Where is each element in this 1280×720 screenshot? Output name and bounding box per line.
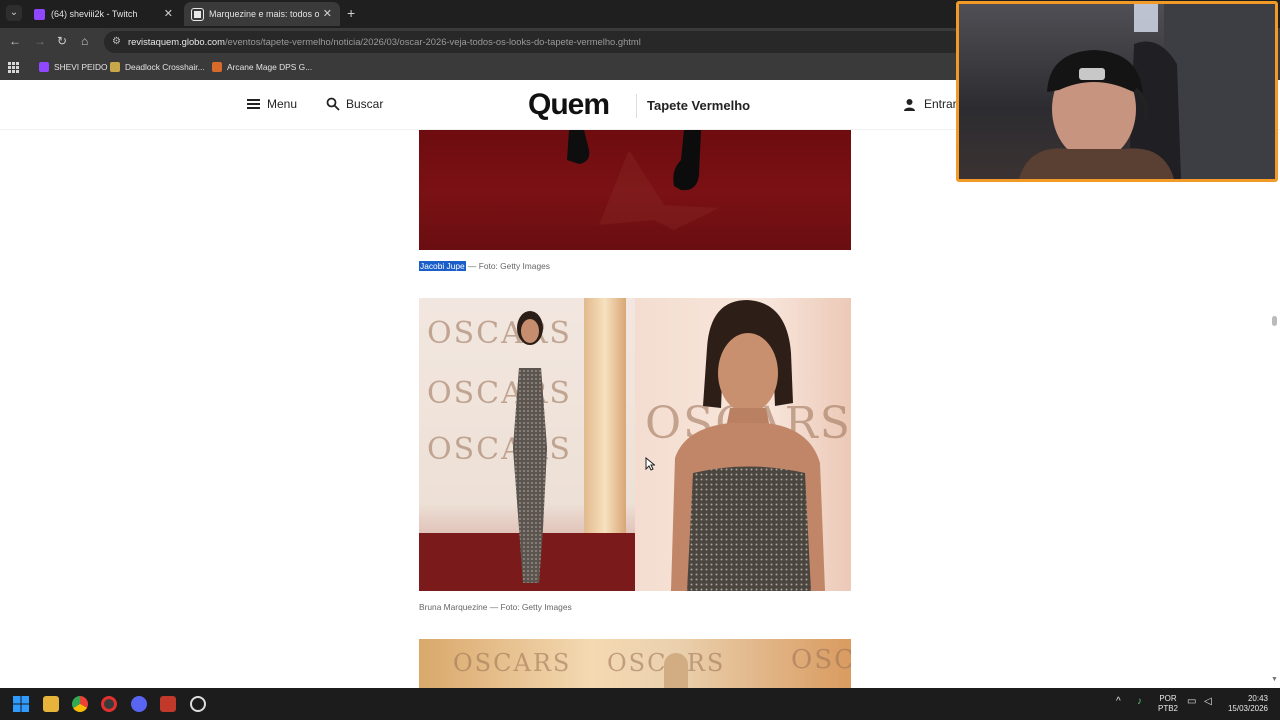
back-icon[interactable]: ← — [9, 34, 21, 48]
mouse-cursor-icon — [645, 457, 655, 471]
obs-icon[interactable] — [190, 696, 206, 712]
caption-name-selected: Jacobi Jupe — [419, 261, 466, 271]
menu-label: Menu — [267, 97, 298, 111]
streaming-app-icon[interactable] — [160, 696, 176, 712]
section-title[interactable]: Tapete Vermelho — [647, 98, 750, 113]
close-tab-icon[interactable]: ✕ — [164, 7, 173, 20]
photo-caption: Bruna Marquezine — Foto: Getty Images — [419, 602, 572, 612]
scroll-down-arrow[interactable]: ▼ — [1271, 676, 1278, 683]
file-explorer-icon[interactable] — [43, 696, 59, 712]
menu-button[interactable]: Menu — [247, 97, 297, 111]
logo-divider — [636, 94, 637, 118]
site-info-icon[interactable]: ⚙ — [112, 31, 121, 53]
opera-icon[interactable] — [101, 696, 117, 712]
search-icon — [326, 97, 340, 111]
url-path: /eventos/tapete-vermelho/noticia/2026/03… — [224, 36, 641, 47]
search-label: Buscar — [346, 97, 384, 111]
arcane-mage-icon — [212, 62, 222, 72]
twitch-icon — [39, 62, 49, 72]
bookmark-arcane-mage[interactable]: Arcane Mage DPS G... — [212, 62, 312, 72]
tab-title: Marquezine e mais: todos os lo — [209, 9, 319, 19]
close-tab-icon[interactable]: ✕ — [323, 7, 332, 20]
windows-start-icon[interactable] — [13, 696, 29, 712]
globo-icon — [191, 7, 204, 21]
deadlock-icon — [110, 62, 120, 72]
volume-icon[interactable]: ◁ — [1204, 697, 1212, 707]
network-icon[interactable]: ▭ — [1187, 697, 1196, 707]
forward-icon[interactable]: → — [34, 34, 46, 48]
discord-icon[interactable] — [131, 696, 147, 712]
keyboard-layout-label: PTB2 — [1158, 704, 1179, 713]
tab-twitch[interactable]: (64) sheviii2k - Twitch ✕ — [26, 2, 181, 26]
page-scrollbar-thumb[interactable] — [1272, 316, 1277, 326]
article-photo-jacobi-jupe[interactable] — [419, 130, 851, 250]
tray-overflow-icon[interactable]: ^ — [1116, 697, 1121, 707]
article-photo-bruna-marquezine[interactable]: OSCARS OSCARS OSCARS OSCARS — [419, 298, 851, 591]
tab-quem-article[interactable]: Marquezine e mais: todos os lo ✕ — [184, 2, 340, 26]
caption-credit: — Foto: Getty Images — [468, 261, 550, 271]
tab-search-dropdown[interactable]: ⌄ — [6, 5, 22, 21]
bookmark-shevi-peido[interactable]: SHEVI PEIDO — [39, 62, 108, 72]
clock[interactable]: 20:43 15/03/2026 — [1224, 694, 1268, 714]
photo-panel-full-body: OSCARS OSCARS OSCARS — [419, 298, 635, 591]
microphone-icon[interactable]: ♪ — [1137, 697, 1142, 707]
login-button[interactable]: Entrar — [903, 97, 957, 111]
chrome-icon[interactable] — [72, 696, 88, 712]
apps-grid-icon[interactable] — [8, 62, 19, 73]
bookmark-label: SHEVI PEIDO — [54, 62, 108, 72]
article-photo-next[interactable]: OSCARS OSCARS OSCARS — [419, 639, 851, 688]
clock-date: 15/03/2026 — [1227, 704, 1268, 713]
url-host: revistaquem.globo.com — [128, 36, 225, 47]
language-label: POR — [1159, 694, 1177, 703]
photo-panel-portrait: OSCARS — [635, 298, 851, 591]
reload-icon[interactable]: ↻ — [57, 34, 67, 48]
language-indicator[interactable]: POR PTB2 — [1158, 694, 1178, 714]
webcam-overlay — [956, 1, 1278, 182]
bookmark-label: Deadlock Crosshair... — [125, 62, 205, 72]
login-label: Entrar — [924, 97, 957, 111]
new-tab-button[interactable]: + — [347, 5, 355, 21]
quem-logo[interactable]: Quem — [528, 88, 610, 122]
address-bar[interactable]: ⚙ revistaquem.globo.com/eventos/tapete-v… — [104, 31, 964, 53]
twitch-icon — [34, 8, 45, 20]
clock-time: 20:43 — [1247, 694, 1268, 703]
bookmark-deadlock[interactable]: Deadlock Crosshair... — [110, 62, 205, 72]
hamburger-icon — [247, 99, 260, 109]
user-icon — [904, 98, 915, 111]
bookmark-label: Arcane Mage DPS G... — [227, 62, 313, 72]
photo-caption: Jacobi Jupe — Foto: Getty Images — [419, 261, 550, 271]
windows-taskbar: ^ ♪ POR PTB2 ▭ ◁ 20:43 15/03/2026 — [0, 688, 1280, 720]
search-button[interactable]: Buscar — [326, 97, 383, 111]
tab-title: (64) sheviii2k - Twitch — [51, 9, 138, 19]
home-icon[interactable]: ⌂ — [81, 34, 88, 48]
